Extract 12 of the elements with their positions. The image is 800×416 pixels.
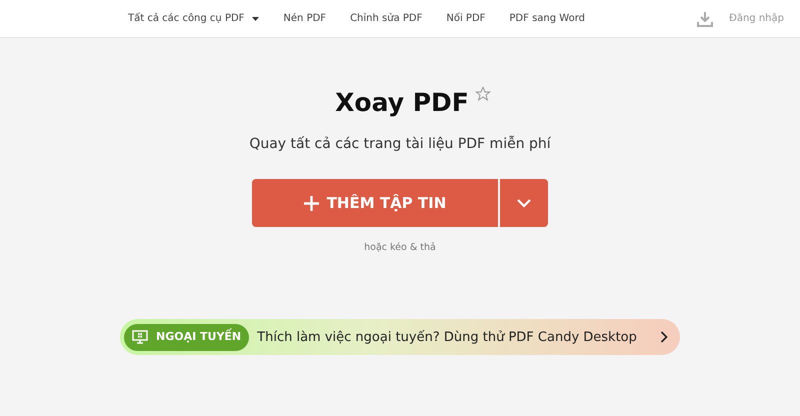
tools-menu[interactable]: Tất cả các công cụ PDF xyxy=(128,11,260,26)
desktop-banner[interactable]: NGOẠI TUYẾN Thích làm việc ngoại tuyến? Dùng thử PDF Candy Desktop xyxy=(120,319,680,356)
page-title: Xoay PDF xyxy=(335,88,469,118)
banner-text: Thích làm việc ngoại tuyến? Dùng thử PDF Candy Desktop xyxy=(257,328,637,346)
offline-badge: NGOẠI TUYẾN xyxy=(124,324,250,351)
nav-link[interactable]: PDF sang Word xyxy=(509,11,585,26)
nav-link[interactable]: Chỉnh sửa PDF xyxy=(350,11,422,26)
add-file-button[interactable]: THÊM TẬP TIN xyxy=(252,179,498,227)
nav-link[interactable]: Nối PDF xyxy=(446,11,486,26)
nav-link[interactable]: Nén PDF xyxy=(283,11,326,26)
subtitle: Quay tất cả các trang tài liệu PDF miễn phí xyxy=(249,134,551,154)
drop-hint: hoặc kéo & thả xyxy=(364,241,436,255)
